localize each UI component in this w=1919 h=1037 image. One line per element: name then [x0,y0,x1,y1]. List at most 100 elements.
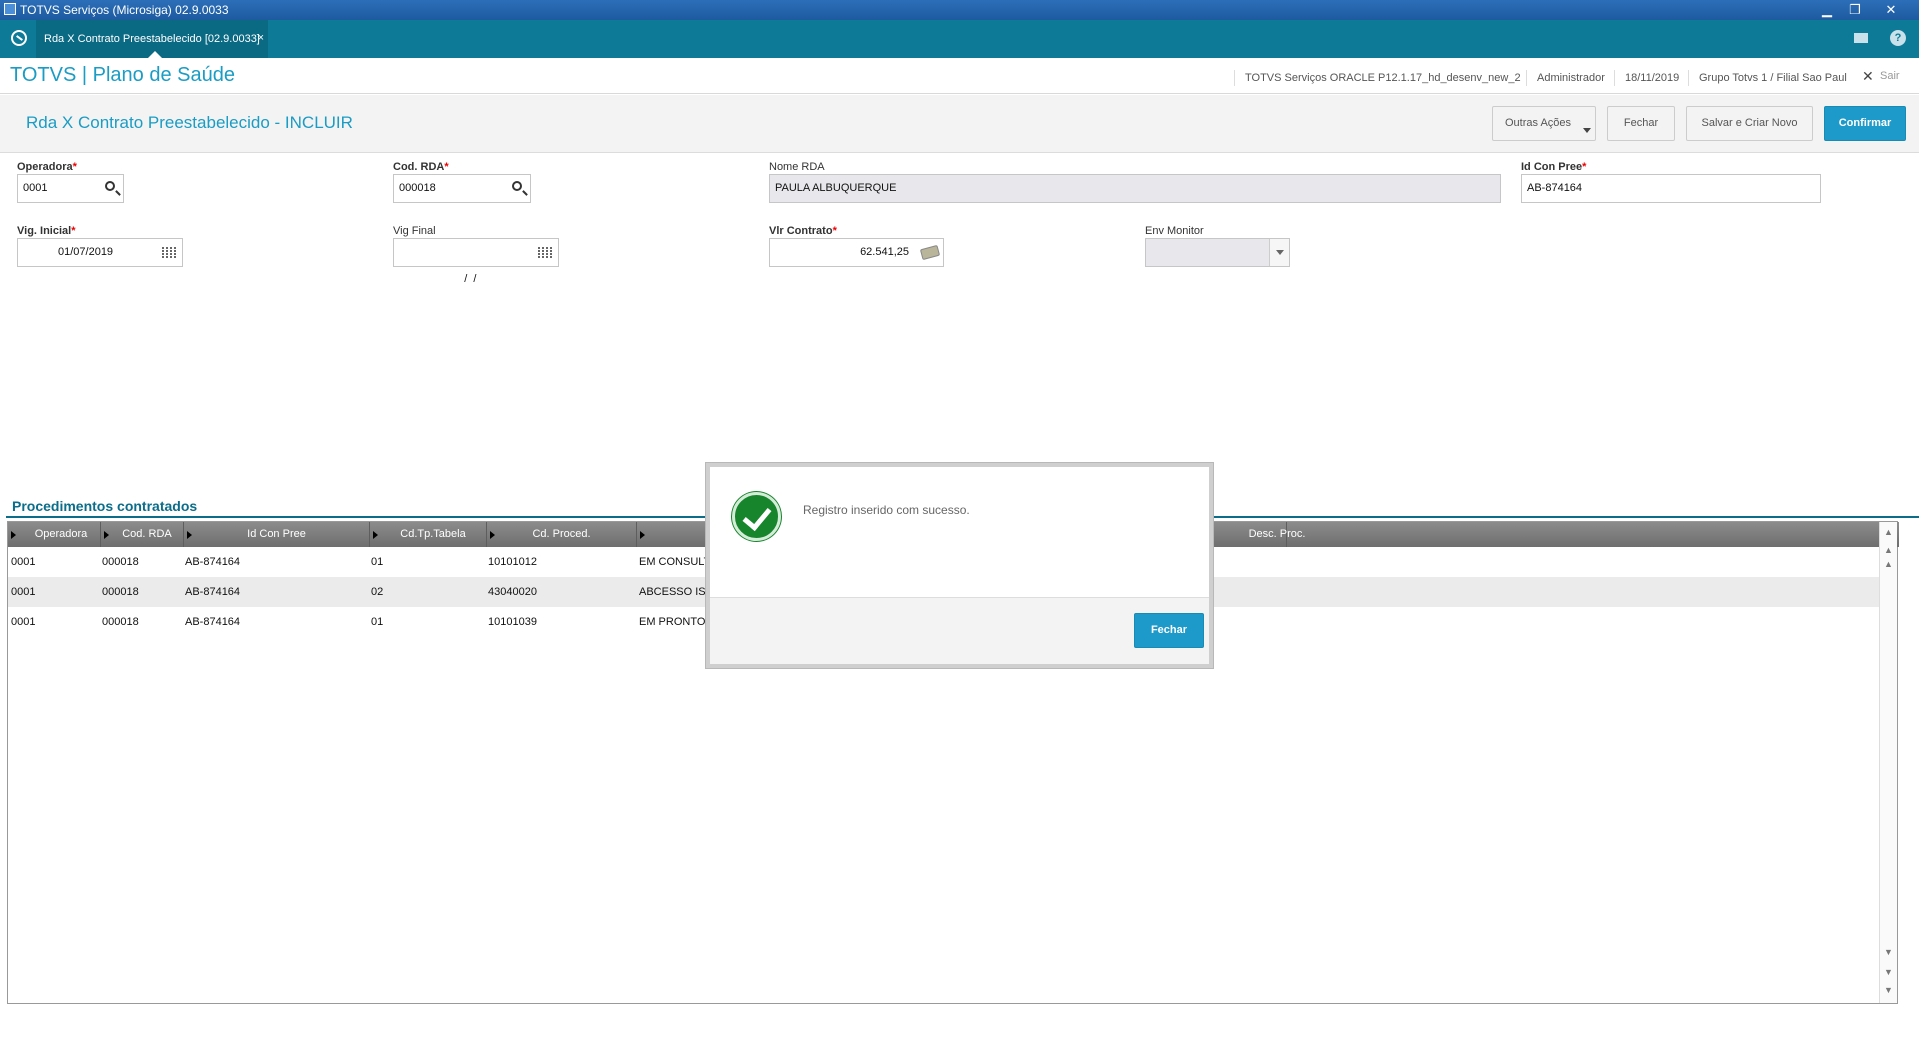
cod-rda-field[interactable]: 000018 [393,174,531,203]
scroll-bottom-icon[interactable]: ▼ [1883,984,1894,996]
money-icon[interactable] [919,244,941,261]
id-con-pree-label: Id Con Pree* [1521,161,1587,173]
search-icon[interactable] [105,181,115,191]
calendar-icon[interactable] [162,247,176,259]
cell-cod-rda: 000018 [102,616,139,628]
cell-operadora: 0001 [11,616,36,628]
operadora-value: 0001 [23,182,48,194]
restore-icon[interactable]: ❐ [1842,1,1868,18]
vig-final-label: Vig Final [393,225,436,237]
nome-rda-field: PAULA ALBUQUERQUE [769,174,1501,203]
column-arrow-icon [187,531,192,539]
column-header-desc-proc[interactable]: Desc. Proc. [1187,522,1367,547]
success-dialog: Registro inserido com sucesso. Fechar [706,463,1213,668]
date-info: 18/11/2019 [1614,70,1689,86]
id-con-pree-field[interactable]: AB-874164 [1521,174,1821,203]
cell-operadora: 0001 [11,556,36,568]
search-icon[interactable] [512,181,522,191]
cell-cd-tp-tabela: 01 [371,556,384,568]
vig-final-value: / / [458,273,477,285]
cell-desc: EM PRONTO S [639,616,716,628]
column-header-cod-rda[interactable]: Cod. RDA [101,522,184,547]
cell-cd-proced: 10101012 [488,556,537,568]
cell-id-con-pree: AB-874164 [185,616,241,628]
cell-cd-proced: 10101039 [488,616,537,628]
page-header: Rda X Contrato Preestabelecido - INCLUIR… [0,95,1919,153]
scroll-page-up-icon[interactable]: ▲ [1883,544,1894,556]
app-header: TOTVS | Plano de Saúde TOTVS Serviços OR… [0,58,1919,94]
dialog-message: Registro inserido com sucesso. [803,503,970,517]
tab-close-icon[interactable]: × [258,32,264,44]
save-new-button[interactable]: Salvar e Criar Novo [1686,106,1813,141]
cod-rda-value: 000018 [399,182,436,194]
operadora-label: Operadora* [17,161,77,173]
mail-icon[interactable] [1854,33,1868,43]
column-header-cd-tp-tabela[interactable]: Cd.Tp.Tabela [370,522,487,547]
chevron-down-icon[interactable] [1269,239,1289,266]
calendar-icon[interactable] [538,247,552,259]
vig-inicial-value: 01/07/2019 [58,246,114,258]
environment-info: TOTVS Serviços ORACLE P12.1.17_hd_desenv… [1234,70,1531,86]
totvs-logo-icon[interactable] [11,30,27,46]
window-titlebar: TOTVS Serviços (Microsiga) 02.9.0033 ▁ ❐… [0,0,1919,20]
vlr-contrato-field[interactable]: 62.541,25 [769,238,944,267]
vig-inicial-label: Vig. Inicial* [17,225,76,237]
scroll-up-icon[interactable]: ▲ [1883,558,1894,570]
vertical-scrollbar[interactable]: ▲ ▲ ▲ ▼ ▼ ▼ [1879,522,1897,1003]
tab-active-caret [148,51,162,58]
cell-desc: ABCESSO ISO [639,586,715,598]
scroll-page-down-icon[interactable]: ▼ [1883,966,1894,978]
tab-rda-contrato[interactable]: Rda X Contrato Preestabelecido [02.9.003… [36,20,268,58]
tab-label: Rda X Contrato Preestabelecido [02.9.003… [44,33,260,45]
dialog-close-button[interactable]: Fechar [1134,613,1204,648]
env-monitor-select[interactable] [1145,238,1290,267]
vlr-contrato-value: 62.541,25 [860,246,909,258]
tab-bar: Rda X Contrato Preestabelecido [02.9.003… [0,20,1919,58]
operadora-field[interactable]: 0001 [17,174,124,203]
column-arrow-icon [373,531,378,539]
id-con-pree-value: AB-874164 [1527,182,1583,194]
other-actions-label: Outras Ações [1505,117,1572,129]
scroll-down-icon[interactable]: ▼ [1883,946,1894,958]
close-button[interactable]: Fechar [1607,106,1675,141]
other-actions-button[interactable]: Outras Ações [1492,106,1596,141]
minimize-icon[interactable]: ▁ [1814,1,1840,18]
exit-link[interactable]: Sair [1880,70,1900,82]
column-arrow-icon [490,531,495,539]
user-info: Administrador [1526,70,1615,86]
page-title: Rda X Contrato Preestabelecido - INCLUIR [26,113,353,132]
nome-rda-label: Nome RDA [769,161,825,173]
column-arrow-icon [104,531,109,539]
vig-final-field[interactable]: / / [393,238,559,285]
cell-cod-rda: 000018 [102,556,139,568]
column-arrow-icon [11,531,16,539]
column-arrow-icon [640,531,645,539]
env-monitor-label: Env Monitor [1145,225,1204,237]
vig-inicial-field[interactable]: 01/07/2019 [17,238,183,267]
grid-section-title: Procedimentos contratados [12,498,198,514]
close-window-icon[interactable]: ✕ [1878,1,1904,18]
column-header-operadora[interactable]: Operadora [8,522,101,547]
column-header-id-con-pree[interactable]: Id Con Pree [184,522,370,547]
cell-cd-proced: 43040020 [488,586,537,598]
cell-cd-tp-tabela: 02 [371,586,384,598]
chevron-down-icon [1583,128,1591,133]
cell-cod-rda: 000018 [102,586,139,598]
brand-title: TOTVS | Plano de Saúde [10,64,235,86]
exit-icon[interactable]: ✕ [1862,68,1874,85]
company-info: Grupo Totvs 1 / Filial Sao Paul [1688,70,1857,86]
cell-cd-tp-tabela: 01 [371,616,384,628]
scroll-top-icon[interactable]: ▲ [1883,526,1894,538]
cell-operadora: 0001 [11,586,36,598]
nome-rda-value: PAULA ALBUQUERQUE [775,182,897,194]
app-icon [4,3,16,15]
help-icon[interactable]: ? [1890,30,1906,46]
check-circle-icon [732,492,781,541]
cell-id-con-pree: AB-874164 [185,586,241,598]
cod-rda-label: Cod. RDA* [393,161,449,173]
vlr-contrato-label: Vlr Contrato* [769,225,837,237]
cell-id-con-pree: AB-874164 [185,556,241,568]
column-header-cd-proced[interactable]: Cd. Proced. [487,522,637,547]
window-title: TOTVS Serviços (Microsiga) 02.9.0033 [20,3,229,17]
confirm-button[interactable]: Confirmar [1824,106,1906,141]
